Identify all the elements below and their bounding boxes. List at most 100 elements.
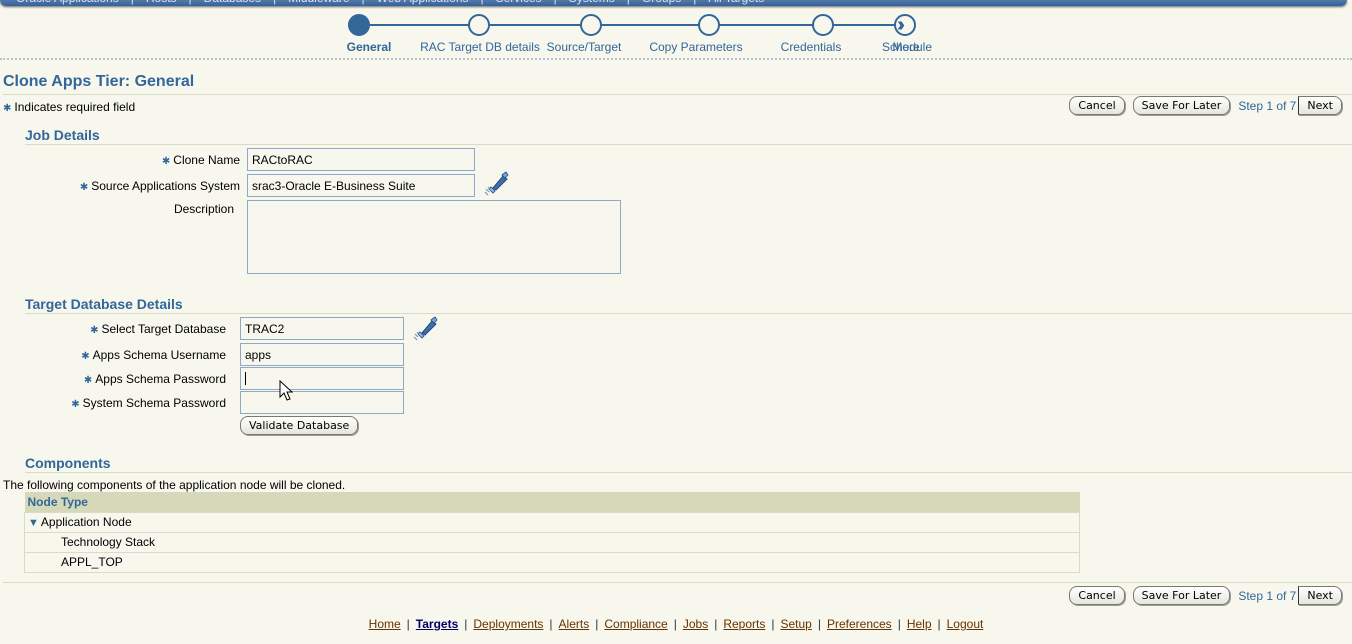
train-divider [0, 58, 1352, 60]
target-db-rule [25, 313, 1352, 314]
footer-separator: | [937, 617, 941, 631]
train-more-arrow-icon[interactable]: ››› [897, 15, 905, 35]
footer-separator: | [595, 617, 599, 631]
global-tab-bar: Oracle Applications | Hosts | Databases | Midd… [0, 0, 1347, 6]
train-step-rac-target-db-details[interactable]: RAC Target DB details [420, 40, 540, 54]
select-target-db-row: ✱ Select Target Database TRAC2 [0, 317, 404, 340]
save-for-later-button[interactable]: Save For Later [1132, 96, 1231, 115]
step-indicator: Step 1 of 7 [1238, 98, 1297, 113]
global-tab-oracle-applications[interactable]: Oracle Applications [16, 0, 119, 5]
clone-name-label: ✱ Clone Name [0, 153, 240, 167]
search-flashlight-icon[interactable] [412, 315, 438, 341]
system-password-label: ✱ System Schema Password [0, 396, 226, 410]
tab-separator: | [627, 0, 630, 5]
required-note-text: Indicates required field [14, 100, 136, 114]
train-step-copy-parameters[interactable]: Copy Parameters [649, 40, 742, 54]
select-target-db-input[interactable]: TRAC2 [240, 317, 404, 340]
description-textarea[interactable] [247, 200, 621, 274]
system-password-row: ✱ System Schema Password [0, 391, 404, 414]
footer-separator: | [549, 617, 553, 631]
validate-database-button[interactable]: Validate Database [240, 416, 359, 435]
footer-separator: | [406, 617, 410, 631]
apps-password-label: ✱ Apps Schema Password [0, 372, 226, 386]
global-tab-groups[interactable]: Groups [642, 0, 681, 5]
mouse-pointer-icon [279, 380, 294, 401]
footer-link-deployments[interactable]: Deployments [473, 617, 543, 631]
save-for-later-button[interactable]: Save For Later [1132, 586, 1231, 605]
apps-password-input[interactable] [240, 367, 404, 390]
clone-name-row: ✱ Clone Name RACtoRAC [0, 148, 475, 171]
global-tab-services[interactable]: Services [496, 0, 542, 5]
footer-link-setup[interactable]: Setup [781, 617, 812, 631]
select-target-db-label-text: Select Target Database [101, 321, 226, 336]
footer-link-home[interactable]: Home [369, 617, 401, 631]
table-row: APPL_TOP [24, 551, 1080, 573]
components-table: Node Type ▼ Application Node Technology S… [24, 492, 1080, 573]
bottom-navigation-buttons: Cancel Save For Later Step 1 of 7 Next [1069, 586, 1342, 605]
footer-link-jobs[interactable]: Jobs [683, 617, 708, 631]
footer-link-targets[interactable]: Targets [416, 617, 458, 631]
required-star-icon: ✱ [161, 155, 171, 167]
footer-separator: | [464, 617, 468, 631]
system-password-input[interactable] [240, 391, 404, 414]
tab-separator: | [273, 0, 276, 5]
step-indicator: Step 1 of 7 [1238, 588, 1297, 603]
footer-link-alerts[interactable]: Alerts [559, 617, 590, 631]
global-tab-web-applications[interactable]: Web Applications [377, 0, 469, 5]
tab-separator: | [189, 0, 192, 5]
train-more-label[interactable]: More [892, 40, 919, 54]
required-star-icon: ✱ [79, 181, 89, 193]
global-tab-middleware[interactable]: Middleware [288, 0, 349, 5]
train-stop-icon[interactable] [698, 14, 720, 36]
footer-links: Home | Targets | Deployments | Alerts | Complian… [0, 617, 1352, 631]
source-system-input[interactable]: srac3-Oracle E-Business Suite [247, 174, 475, 197]
train-stop-icon[interactable] [812, 14, 834, 36]
job-details-heading: Job Details [25, 127, 100, 143]
global-tab-hosts[interactable]: Hosts [146, 0, 177, 5]
footer-link-preferences[interactable]: Preferences [827, 617, 892, 631]
footer-link-reports[interactable]: Reports [723, 617, 765, 631]
tree-node-appl-top: APPL_TOP [24, 551, 1080, 573]
footer-separator: | [897, 617, 901, 631]
footer-link-help[interactable]: Help [907, 617, 932, 631]
job-details-rule [25, 144, 1352, 145]
apps-password-label-text: Apps Schema Password [95, 371, 226, 386]
footer-separator: | [771, 617, 775, 631]
required-star-icon: ✱ [90, 324, 99, 336]
clone-name-input[interactable]: RACtoRAC [247, 148, 475, 171]
global-tab-databases[interactable]: Databases [204, 0, 261, 5]
components-heading: Components [25, 455, 111, 471]
column-header-node-type[interactable]: Node Type [24, 492, 1080, 512]
bottom-rule [3, 582, 1352, 583]
train-stop-icon[interactable] [580, 14, 602, 36]
footer-separator: | [714, 617, 718, 631]
select-target-db-label: ✱ Select Target Database [0, 322, 226, 336]
footer-separator: | [673, 617, 677, 631]
source-system-row: ✱ Source Applications System srac3-Oracle… [0, 174, 475, 197]
next-button[interactable]: Next [1298, 96, 1342, 115]
apps-password-row: ✱ Apps Schema Password [0, 367, 404, 390]
target-db-heading: Target Database Details [25, 296, 183, 312]
next-button[interactable]: Next [1298, 586, 1342, 605]
footer-link-logout[interactable]: Logout [947, 617, 984, 631]
apps-username-input[interactable]: apps [240, 343, 404, 366]
tab-separator: | [481, 0, 484, 5]
text-caret [245, 372, 246, 385]
cancel-button[interactable]: Cancel [1069, 586, 1125, 605]
footer-link-compliance[interactable]: Compliance [604, 617, 667, 631]
cancel-button[interactable]: Cancel [1069, 96, 1125, 115]
train-step-credentials[interactable]: Credentials [781, 40, 842, 54]
required-star-icon: ✱ [81, 350, 90, 362]
global-tab-all-targets[interactable]: All Targets [708, 0, 764, 5]
required-star-icon: ✱ [71, 398, 80, 410]
expand-triangle-icon[interactable]: ▼ [28, 517, 39, 529]
global-tab-systems[interactable]: Systems [569, 0, 615, 5]
global-tabs: Oracle Applications | Hosts | Databases | Midd… [10, 0, 770, 5]
required-note: ✱ Indicates required field [3, 100, 135, 114]
train-step-source-target[interactable]: Source/Target [547, 40, 622, 54]
search-flashlight-icon[interactable] [483, 170, 509, 196]
tab-separator: | [131, 0, 134, 5]
components-rule [25, 472, 1352, 473]
apps-username-label: ✱ Apps Schema Username [0, 348, 226, 362]
train-stop-icon[interactable] [468, 14, 490, 36]
